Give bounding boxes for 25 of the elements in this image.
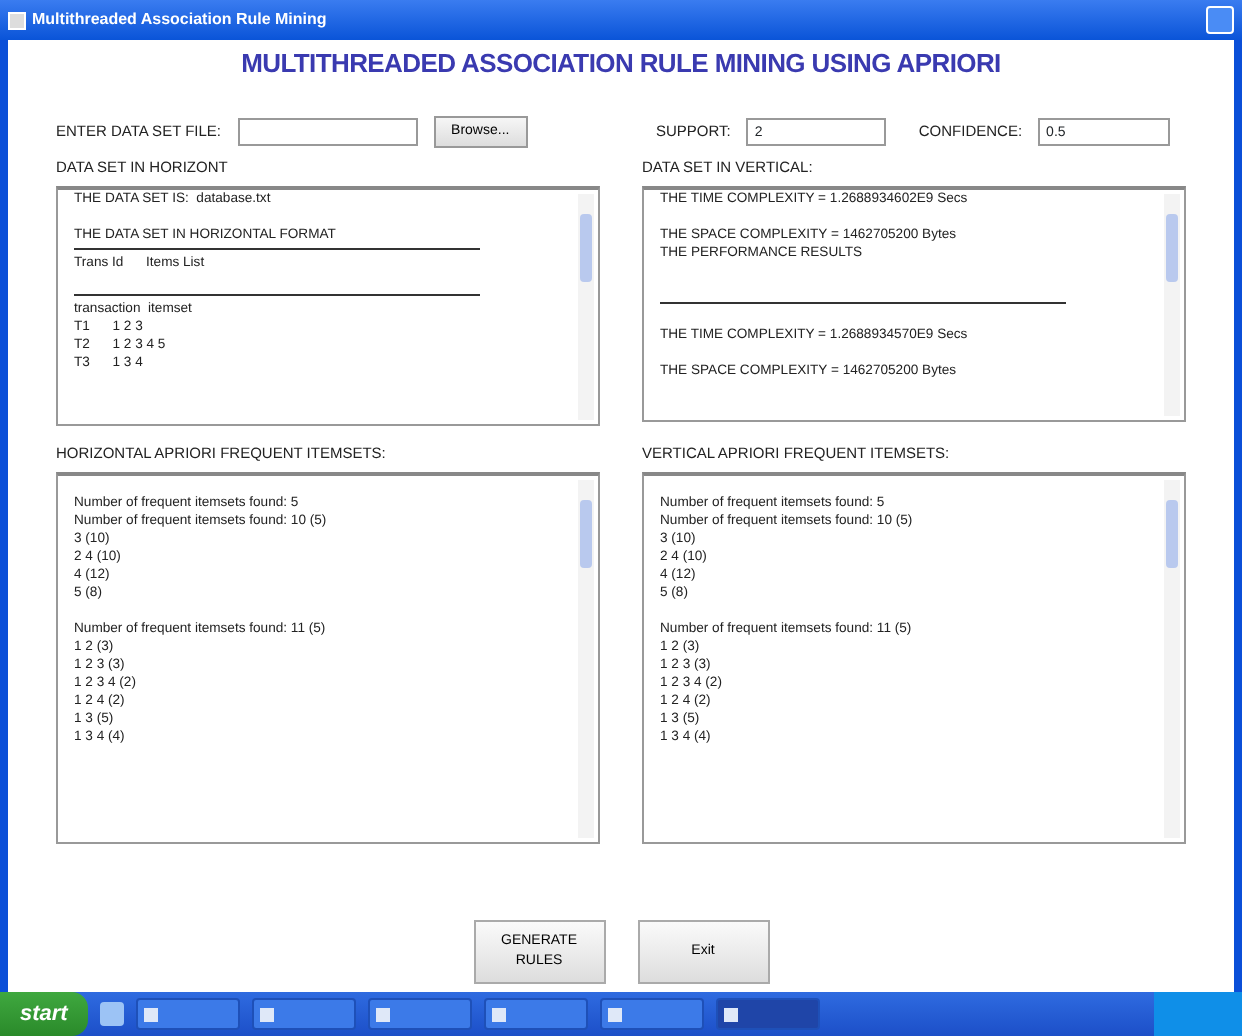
window-icon (143, 1007, 158, 1021)
window-icon (491, 1007, 506, 1021)
window-title: Multithreaded Association Rule Mining (32, 8, 327, 32)
taskbar-button[interactable] (599, 998, 704, 1030)
text-area[interactable] (56, 472, 600, 844)
window-icon (375, 1007, 390, 1021)
start-button[interactable]: start (0, 992, 88, 1036)
taskbar-button[interactable] (135, 998, 240, 1030)
file-field[interactable] (237, 117, 418, 145)
scrollbar[interactable] (578, 480, 594, 838)
scrollbar[interactable] (578, 193, 594, 420)
window-icon (723, 1007, 738, 1021)
taskbar-button[interactable] (367, 998, 472, 1030)
scrollbar[interactable] (1164, 193, 1180, 416)
close-button[interactable] (1206, 6, 1234, 34)
taskbar-button[interactable] (483, 998, 588, 1030)
text-area[interactable] (642, 472, 1186, 844)
quick-launch-icon[interactable] (99, 1002, 124, 1026)
taskbar-button[interactable] (715, 998, 820, 1030)
app-heading: MULTITHREADED ASSOCIATION RULE MINING USING APRIORI (239, 46, 1003, 82)
taskbar-button[interactable] (251, 998, 356, 1030)
window-icon (259, 1007, 274, 1021)
scrollbar[interactable] (1164, 480, 1180, 838)
app-icon (8, 11, 26, 29)
window-icon (607, 1007, 622, 1021)
